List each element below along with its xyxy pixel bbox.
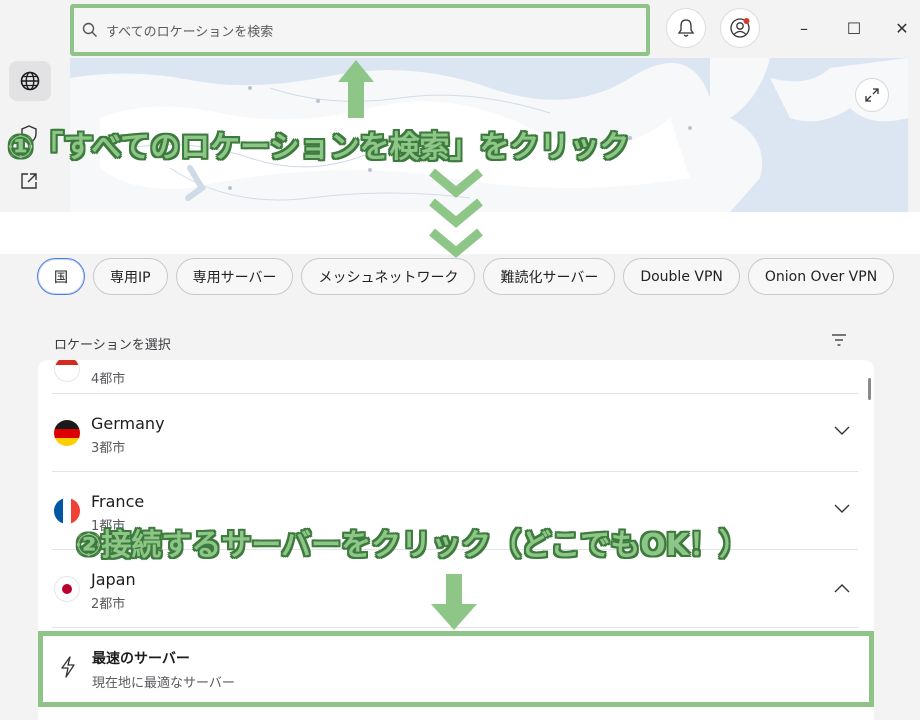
germany-flag-icon [54, 420, 80, 446]
annotation-step2: ②接続するサーバーをクリック（どこでもOK！） [76, 528, 749, 563]
search-placeholder: すべてのロケーションを検索 [106, 24, 274, 40]
down-arrow-annotation [431, 574, 477, 630]
notifications-button[interactable] [666, 8, 706, 48]
scrollbar-thumb[interactable] [868, 378, 871, 400]
lightning-icon [61, 656, 75, 678]
chip-double-vpn[interactable]: Double VPN [623, 258, 740, 295]
country-name: Japan [91, 570, 136, 589]
chevron-down-icon[interactable] [834, 504, 850, 514]
filter-icon[interactable] [830, 332, 848, 348]
account-icon [730, 18, 750, 38]
search-icon [82, 22, 97, 37]
close-button[interactable]: ✕ [887, 14, 917, 42]
country-name: France [91, 492, 145, 511]
city-count: 2都市 [91, 597, 126, 612]
chevron-down-icon[interactable] [834, 426, 850, 436]
chip-dedicated-server[interactable]: 専用サーバー [175, 258, 294, 295]
japan-flag-icon [54, 576, 80, 602]
fastest-server-subtitle: 現在地に最適なサーバー [92, 676, 235, 691]
chip-meshnet[interactable]: メッシュネットワーク [301, 258, 476, 295]
annotation-step1: ①「すべてのロケーションを検索」をクリック [8, 130, 630, 165]
globe-nav-button[interactable] [9, 61, 51, 101]
export-nav-button[interactable] [14, 166, 44, 196]
account-button[interactable] [720, 8, 760, 48]
search-box-highlight[interactable]: すべてのロケーションを検索 [70, 4, 650, 56]
filter-chips: 国 専用IP 専用サーバー メッシュネットワーク 難読化サーバー Double … [37, 258, 895, 295]
chevron-up-icon[interactable] [834, 583, 850, 593]
fastest-server-title: 最速のサーバー [92, 651, 190, 667]
maximize-button[interactable]: ☐ [839, 14, 869, 42]
country-name: Germany [91, 414, 165, 433]
up-arrow-annotation [338, 60, 374, 118]
flag-icon [54, 360, 80, 382]
location-row-partial[interactable]: 4都市 [52, 360, 858, 394]
search-input[interactable]: すべてのロケーションを検索 [82, 15, 638, 45]
expand-icon [865, 88, 879, 102]
section-title: ロケーションを選択 [54, 338, 171, 353]
chip-obfuscated[interactable]: 難読化サーバー [483, 258, 616, 295]
bell-icon [677, 19, 695, 37]
city-count: 3都市 [91, 441, 126, 456]
chip-onion-over-vpn[interactable]: Onion Over VPN [747, 258, 895, 295]
minimize-button[interactable]: – [789, 14, 819, 42]
globe-icon [20, 71, 40, 91]
down-chevrons-annotation [429, 168, 483, 258]
chip-country[interactable]: 国 [37, 258, 85, 295]
chip-dedicated-ip[interactable]: 専用IP [93, 258, 168, 295]
city-count: 4都市 [91, 372, 126, 387]
fastest-server-item[interactable]: 最速のサーバー 現在地に最適なサーバー [38, 631, 874, 707]
location-row-germany[interactable]: Germany 3都市 [52, 394, 858, 472]
expand-map-button[interactable] [855, 78, 889, 112]
export-icon [21, 173, 37, 189]
